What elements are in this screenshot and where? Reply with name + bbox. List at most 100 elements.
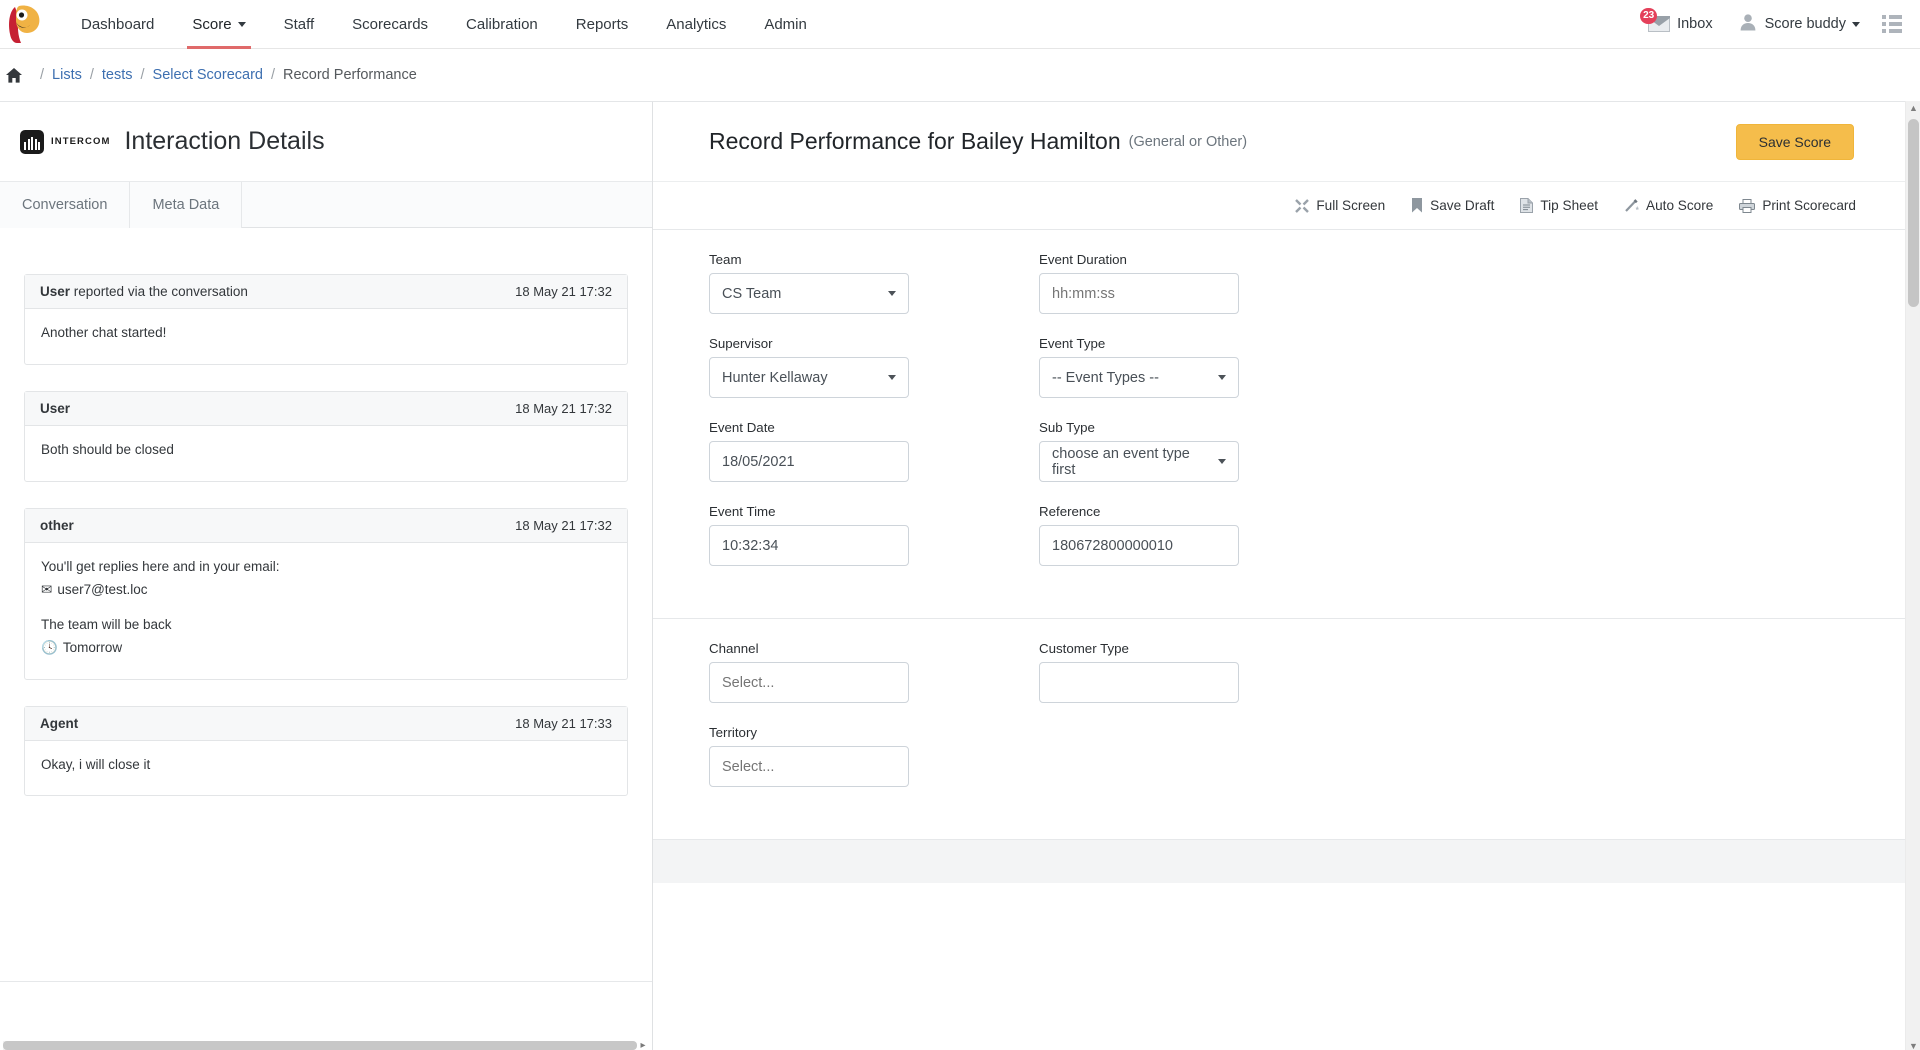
field-label: Sub Type [1039, 420, 1095, 435]
message-line: Tomorrow [62, 639, 123, 655]
tool-label: Save Draft [1430, 198, 1495, 213]
bookmark-icon [1411, 198, 1423, 213]
nav-item-dashboard[interactable]: Dashboard [62, 0, 173, 49]
message-body: Both should be closed [25, 426, 627, 481]
nav-item-calibration[interactable]: Calibration [447, 0, 557, 49]
breadcrumb-item-record-performance: Record Performance [283, 67, 417, 83]
breadcrumb-item-select-scorecard[interactable]: Select Scorecard [153, 67, 263, 83]
event-date-input[interactable]: 18/05/2021 [709, 441, 909, 482]
field-value: 10:32:34 [722, 537, 779, 554]
page-scrollbar-thumb[interactable] [1908, 119, 1919, 307]
nav-item-admin[interactable]: Admin [745, 0, 826, 49]
print-scorecard-button[interactable]: Print Scorecard [1739, 198, 1856, 213]
full-screen-button[interactable]: Full Screen [1295, 198, 1385, 213]
message-body: Another chat started! [25, 309, 627, 364]
tip-sheet-button[interactable]: Tip Sheet [1520, 198, 1598, 213]
envelope-glyph-icon: ✉ [41, 581, 53, 597]
page-title: Interaction Details [124, 127, 325, 155]
message-line: Both should be closed [41, 441, 174, 457]
parrot-logo[interactable] [2, 0, 48, 49]
save-score-button[interactable]: Save Score [1735, 123, 1854, 160]
horizontal-scrollbar[interactable] [3, 1041, 637, 1050]
field-label: Event Duration [1039, 252, 1127, 267]
message-author-name: User [40, 284, 71, 299]
inbox-button[interactable]: 23 Inbox [1636, 8, 1724, 32]
message-timestamp: 18 May 21 17:32 [515, 400, 612, 416]
record-performance-subtitle: (General or Other) [1128, 133, 1248, 150]
clock-glyph-icon: 🕓 [41, 639, 58, 655]
message-body: Okay, i will close it [25, 741, 627, 796]
horizontal-scrollbar-thumb[interactable] [3, 1041, 637, 1050]
nav-item-reports[interactable]: Reports [557, 0, 648, 49]
form-bottom-strip [653, 839, 1920, 883]
home-icon[interactable] [0, 67, 32, 83]
scroll-down-arrow-icon[interactable]: ▼ [1906, 1039, 1920, 1050]
field-value: 18/05/2021 [722, 453, 795, 470]
primary-nav-items: Dashboard Score Staff Scorecards Calibra… [62, 0, 826, 49]
field-channel: Channel [709, 641, 1039, 725]
tool-label: Auto Score [1646, 198, 1714, 213]
inbox-badge: 23 [1640, 8, 1658, 24]
interaction-details-header: INTERCOM Interaction Details [0, 102, 652, 182]
field-value: 180672800000010 [1052, 537, 1173, 554]
intercom-icon: INTERCOM [20, 129, 110, 154]
team-select[interactable]: CS Team [709, 273, 909, 314]
tab-conversation[interactable]: Conversation [0, 182, 131, 228]
nav-item-staff[interactable]: Staff [265, 0, 334, 49]
field-label: Territory [709, 725, 758, 740]
sub-type-select[interactable]: choose an event type first [1039, 441, 1239, 482]
auto-score-button[interactable]: Auto Score [1624, 198, 1713, 213]
field-label: Team [709, 252, 742, 267]
chevron-down-icon [888, 291, 896, 296]
save-draft-button[interactable]: Save Draft [1411, 198, 1494, 213]
nav-label: Score [192, 15, 232, 33]
event-duration-input[interactable] [1039, 273, 1239, 314]
customer-type-input[interactable] [1039, 662, 1239, 703]
field-label: Channel [709, 641, 759, 656]
message-header: other 18 May 21 17:32 [25, 508, 627, 543]
breadcrumb-separator: / [270, 67, 275, 83]
nav-label: Reports [575, 15, 629, 33]
user-avatar-icon [1739, 13, 1757, 35]
message-card: Agent 18 May 21 17:33 Okay, i will close… [24, 705, 628, 797]
reference-input[interactable]: 180672800000010 [1039, 525, 1239, 566]
field-value: -- Event Types -- [1052, 369, 1159, 386]
message-author: other [40, 518, 74, 533]
message-header: Agent 18 May 21 17:33 [25, 706, 627, 741]
list-menu-icon[interactable] [1870, 15, 1906, 33]
breadcrumb: / Lists / tests / Select Scorecard / Rec… [0, 49, 1920, 101]
message-header: User reported via the conversation 18 Ma… [25, 275, 627, 309]
page-scrollbar[interactable]: ▲ ▼ [1905, 101, 1920, 1050]
nav-item-scorecards[interactable]: Scorecards [333, 0, 447, 49]
breadcrumb-item-lists[interactable]: Lists [52, 67, 82, 83]
supervisor-select[interactable]: Hunter Kellaway [709, 357, 909, 398]
message-line: Another chat started! [41, 325, 167, 340]
message-author: User [40, 401, 70, 416]
wand-icon [1624, 198, 1640, 213]
field-territory: Territory [709, 725, 1039, 809]
scroll-right-arrow-icon[interactable]: ▸ [636, 1039, 650, 1050]
tab-label: Meta Data [152, 197, 220, 213]
scorecard-toolbar: Full Screen Save Draft Tip Sheet Auto Sc… [653, 182, 1920, 230]
interaction-tabs: Conversation Meta Data [0, 182, 652, 228]
scroll-up-arrow-icon[interactable]: ▲ [1906, 101, 1920, 115]
tab-meta-data[interactable]: Meta Data [130, 182, 243, 228]
breadcrumb-item-tests[interactable]: tests [102, 67, 133, 83]
message-author-name: User [40, 400, 71, 416]
territory-input[interactable] [709, 746, 909, 787]
nav-item-analytics[interactable]: Analytics [647, 0, 745, 49]
conversation-list[interactable]: User reported via the conversation 18 Ma… [0, 228, 652, 981]
event-type-select[interactable]: -- Event Types -- [1039, 357, 1239, 398]
breadcrumb-separator: / [89, 67, 94, 83]
message-timestamp: 18 May 21 17:32 [515, 517, 612, 533]
user-name-label: Score buddy [1764, 16, 1846, 32]
event-time-input[interactable]: 10:32:34 [709, 525, 909, 566]
user-menu-button[interactable]: Score buddy [1725, 13, 1870, 35]
tool-label: Tip Sheet [1540, 198, 1599, 213]
fullscreen-icon [1295, 198, 1310, 213]
chevron-down-icon [1852, 21, 1860, 27]
tab-label: Conversation [22, 197, 108, 213]
nav-item-score[interactable]: Score [173, 0, 264, 49]
channel-input[interactable] [709, 662, 909, 703]
message-card: User reported via the conversation 18 Ma… [24, 274, 628, 365]
